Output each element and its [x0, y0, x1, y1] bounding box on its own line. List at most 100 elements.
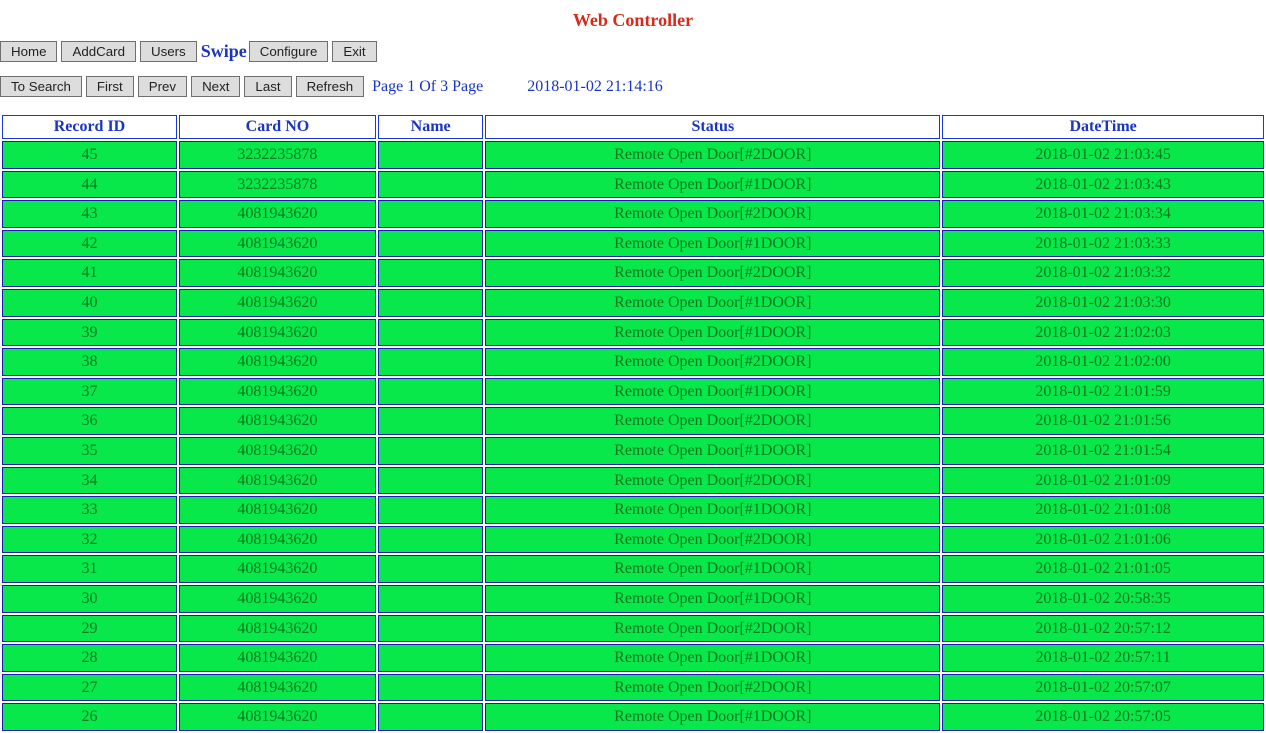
- cell-status: Remote Open Door[#1DOOR]: [485, 289, 940, 317]
- cell-name: [378, 348, 483, 376]
- col-header-name: Name: [378, 115, 483, 139]
- cell-name: [378, 171, 483, 199]
- table-row: 424081943620 Remote Open Door[#1DOOR]2018…: [2, 230, 1264, 258]
- cell-record-id: 31: [2, 555, 177, 583]
- cell-name: [378, 289, 483, 317]
- cell-record-id: 41: [2, 259, 177, 287]
- cell-datetime: 2018-01-02 20:58:35: [942, 585, 1264, 613]
- cell-card-no: 4081943620: [179, 703, 376, 731]
- cell-card-no: 4081943620: [179, 289, 376, 317]
- table-row: 443232235878Remote Open Door[#1DOOR]2018…: [2, 171, 1264, 199]
- cell-card-no: 4081943620: [179, 674, 376, 702]
- col-header-record-id: Record ID: [2, 115, 177, 139]
- cell-status: Remote Open Door[#1DOOR]: [485, 378, 940, 406]
- cell-name: [378, 496, 483, 524]
- cell-name: [378, 319, 483, 347]
- cell-card-no: 4081943620: [179, 585, 376, 613]
- refresh-button[interactable]: Refresh: [296, 76, 365, 97]
- cell-name: [378, 555, 483, 583]
- cell-datetime: 2018-01-02 21:02:00: [942, 348, 1264, 376]
- table-row: 453232235878Remote Open Door[#2DOOR]2018…: [2, 141, 1264, 169]
- cell-name: [378, 141, 483, 169]
- cell-name: [378, 259, 483, 287]
- cell-status: Remote Open Door[#1DOOR]: [485, 171, 940, 199]
- configure-button[interactable]: Configure: [249, 41, 329, 62]
- next-button[interactable]: Next: [191, 76, 240, 97]
- col-header-card-no: Card NO: [179, 115, 376, 139]
- table-row: 354081943620Remote Open Door[#1DOOR]2018…: [2, 437, 1264, 465]
- cell-status: Remote Open Door[#2DOOR]: [485, 259, 940, 287]
- table-row: 324081943620Remote Open Door[#2DOOR]2018…: [2, 526, 1264, 554]
- cell-card-no: 3232235878: [179, 141, 376, 169]
- col-header-datetime: DateTime: [942, 115, 1264, 139]
- table-row: 264081943620Remote Open Door[#1DOOR]2018…: [2, 703, 1264, 731]
- home-button[interactable]: Home: [0, 41, 57, 62]
- cell-status: Remote Open Door[#1DOOR]: [485, 230, 940, 258]
- cell-card-no: 4081943620: [179, 200, 376, 228]
- cell-status: Remote Open Door[#2DOOR]: [485, 615, 940, 643]
- cell-card-no: 4081943620: [179, 378, 376, 406]
- table-row: 304081943620 Remote Open Door[#1DOOR]2018…: [2, 585, 1264, 613]
- cell-datetime: 2018-01-02 21:03:45: [942, 141, 1264, 169]
- table-row: 274081943620Remote Open Door[#2DOOR]2018…: [2, 674, 1264, 702]
- page-status: Page 1 Of 3 Page: [372, 78, 483, 96]
- cell-record-id: 42: [2, 230, 177, 258]
- table-row: 414081943620Remote Open Door[#2DOOR]2018…: [2, 259, 1264, 287]
- exit-button[interactable]: Exit: [332, 41, 376, 62]
- cell-datetime: 2018-01-02 21:01:56: [942, 407, 1264, 435]
- cell-datetime: 2018-01-02 21:03:33: [942, 230, 1264, 258]
- table-row: 334081943620Remote Open Door[#1DOOR]2018…: [2, 496, 1264, 524]
- cell-name: [378, 703, 483, 731]
- cell-datetime: 2018-01-02 21:03:43: [942, 171, 1264, 199]
- cell-record-id: 35: [2, 437, 177, 465]
- table-row: 314081943620Remote Open Door[#1DOOR]2018…: [2, 555, 1264, 583]
- cell-datetime: 2018-01-02 20:57:12: [942, 615, 1264, 643]
- cell-card-no: 4081943620: [179, 407, 376, 435]
- cell-record-id: 29: [2, 615, 177, 643]
- cell-status: Remote Open Door[#2DOOR]: [485, 526, 940, 554]
- cell-status: Remote Open Door[#2DOOR]: [485, 407, 940, 435]
- swipe-label: Swipe: [201, 41, 247, 62]
- table-row: 344081943620Remote Open Door[#2DOOR]2018…: [2, 467, 1264, 495]
- cell-record-id: 40: [2, 289, 177, 317]
- table-row: 384081943620Remote Open Door[#2DOOR]2018…: [2, 348, 1264, 376]
- cell-datetime: 2018-01-02 21:01:09: [942, 467, 1264, 495]
- cell-card-no: 4081943620: [179, 437, 376, 465]
- cell-record-id: 34: [2, 467, 177, 495]
- cell-record-id: 30: [2, 585, 177, 613]
- cell-status: Remote Open Door[#1DOOR]: [485, 585, 940, 613]
- cell-record-id: 44: [2, 171, 177, 199]
- cell-record-id: 39: [2, 319, 177, 347]
- users-button[interactable]: Users: [140, 41, 197, 62]
- records-table: Record ID Card NO Name Status DateTime 4…: [0, 113, 1266, 733]
- cell-status: Remote Open Door[#2DOOR]: [485, 467, 940, 495]
- cell-card-no: 4081943620: [179, 230, 376, 258]
- cell-datetime: 2018-01-02 20:57:07: [942, 674, 1264, 702]
- clock: 2018-01-02 21:14:16: [527, 78, 663, 96]
- first-button[interactable]: First: [86, 76, 134, 97]
- cell-datetime: 2018-01-02 21:01:05: [942, 555, 1264, 583]
- addcard-button[interactable]: AddCard: [61, 41, 135, 62]
- tosearch-button[interactable]: To Search: [0, 76, 82, 97]
- cell-status: Remote Open Door[#2DOOR]: [485, 348, 940, 376]
- cell-card-no: 4081943620: [179, 615, 376, 643]
- cell-datetime: 2018-01-02 21:01:59: [942, 378, 1264, 406]
- cell-datetime: 2018-01-02 21:01:54: [942, 437, 1264, 465]
- cell-status: Remote Open Door[#1DOOR]: [485, 703, 940, 731]
- table-row: 284081943620Remote Open Door[#1DOOR]2018…: [2, 644, 1264, 672]
- prev-button[interactable]: Prev: [138, 76, 187, 97]
- cell-status: Remote Open Door[#1DOOR]: [485, 496, 940, 524]
- cell-status: Remote Open Door[#1DOOR]: [485, 644, 940, 672]
- cell-status: Remote Open Door[#2DOOR]: [485, 141, 940, 169]
- table-row: 394081943620Remote Open Door[#1DOOR]2018…: [2, 319, 1264, 347]
- cell-record-id: 28: [2, 644, 177, 672]
- cell-datetime: 2018-01-02 21:02:03: [942, 319, 1264, 347]
- cell-status: Remote Open Door[#1DOOR]: [485, 319, 940, 347]
- last-button[interactable]: Last: [244, 76, 291, 97]
- page-title: Web Controller: [0, 0, 1266, 37]
- col-header-status: Status: [485, 115, 940, 139]
- cell-name: [378, 644, 483, 672]
- table-header-row: Record ID Card NO Name Status DateTime: [2, 115, 1264, 139]
- cell-name: [378, 437, 483, 465]
- cell-name: [378, 615, 483, 643]
